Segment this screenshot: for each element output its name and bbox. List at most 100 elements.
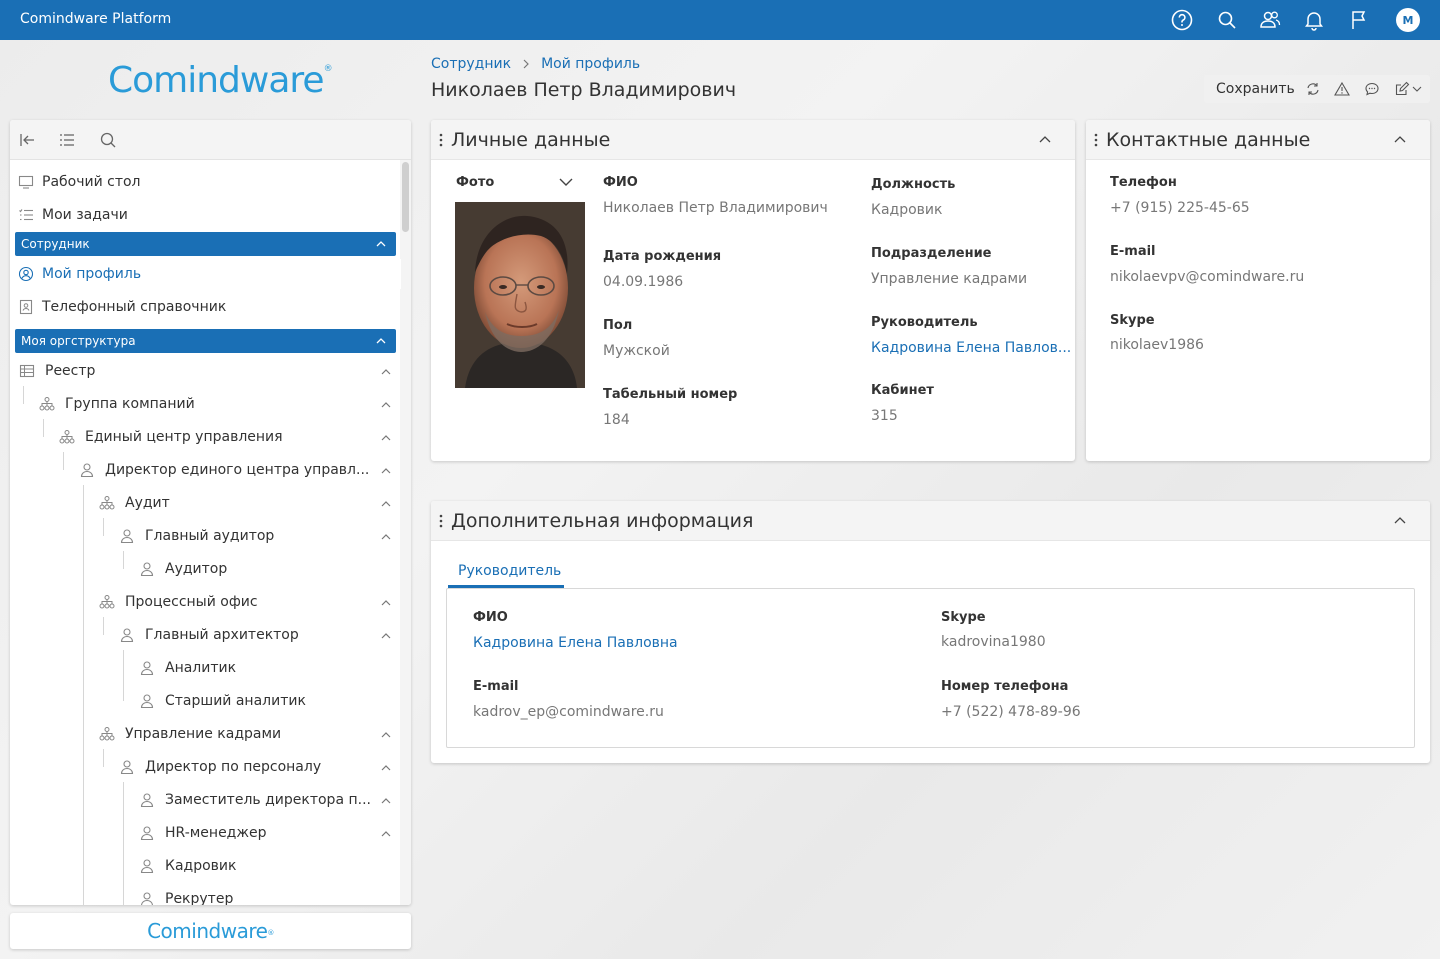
- user-avatar[interactable]: M: [1396, 8, 1420, 32]
- drag-handle-icon[interactable]: [1094, 133, 1098, 147]
- mgr-fio-link[interactable]: Кадровина Елена Павловна: [473, 635, 678, 651]
- tree-item-registry[interactable]: Реестр: [19, 356, 95, 386]
- manager-link[interactable]: Кадровина Елена Павлов...: [871, 340, 1071, 356]
- tree-item-analyst[interactable]: Аналитик: [139, 653, 236, 683]
- section-org[interactable]: Моя оргструктура: [15, 329, 396, 353]
- collapse-icon[interactable]: [18, 131, 36, 149]
- search-icon[interactable]: [1215, 8, 1239, 32]
- section-employee[interactable]: Сотрудник: [15, 232, 396, 256]
- edit-icon[interactable]: [1394, 81, 1410, 97]
- chevron-up-icon[interactable]: [376, 336, 386, 346]
- section-org-label: Моя оргструктура: [21, 334, 136, 348]
- org-icon: [39, 396, 55, 412]
- sidebar-item-label: Мои задачи: [42, 207, 128, 223]
- breadcrumb: Сотрудник Мой профиль: [431, 56, 640, 72]
- tree-item-hr-director[interactable]: Директор по персоналу: [119, 752, 321, 782]
- sidebar-search-icon[interactable]: [99, 131, 117, 149]
- tabnum-label: Табельный номер: [603, 387, 738, 402]
- action-toolbar: Сохранить: [1204, 75, 1430, 103]
- tree-item-process-office[interactable]: Процессный офис: [99, 587, 258, 617]
- chevron-up-icon[interactable]: [380, 729, 392, 741]
- sidebar-item-phonebook[interactable]: Телефонный справочник: [15, 292, 401, 322]
- tab-manager[interactable]: Руководитель: [458, 563, 561, 579]
- tree-item-deputy-director[interactable]: Заместитель директора п...: [139, 785, 371, 815]
- chevron-up-icon[interactable]: [380, 795, 392, 807]
- help-icon[interactable]: [1170, 8, 1194, 32]
- chevron-down-icon[interactable]: [1412, 81, 1422, 97]
- person-icon: [79, 462, 95, 478]
- tree-item-group[interactable]: Группа компаний: [39, 389, 195, 419]
- tree-item-director[interactable]: Директор единого центра управл...: [79, 455, 369, 485]
- flag-icon[interactable]: [1347, 8, 1371, 32]
- breadcrumb-item[interactable]: Сотрудник: [431, 56, 511, 72]
- person-icon: [139, 891, 155, 905]
- chevron-up-icon[interactable]: [1394, 134, 1406, 146]
- tree-line: [103, 749, 104, 767]
- chevron-up-icon[interactable]: [380, 498, 392, 510]
- skype-value: nikolaev1986: [1110, 337, 1204, 353]
- list-icon[interactable]: [58, 131, 76, 149]
- manager-panel: ФИО Кадровина Елена Павловна E-mail kadr…: [446, 588, 1415, 748]
- tree-item-audit[interactable]: Аудит: [99, 488, 170, 518]
- sidebar-item-my-profile[interactable]: Мой профиль: [15, 259, 401, 289]
- chevron-down-icon[interactable]: [559, 175, 573, 189]
- tree-line: [63, 452, 64, 470]
- org-icon: [99, 594, 115, 610]
- warning-icon[interactable]: [1334, 81, 1350, 97]
- tree-item-label: Единый центр управления: [85, 429, 283, 445]
- sidebar-item-tasks[interactable]: Мои задачи: [15, 200, 401, 230]
- tree-item-control-center[interactable]: Единый центр управления: [59, 422, 283, 452]
- chevron-up-icon[interactable]: [380, 399, 392, 411]
- breadcrumb-item[interactable]: Мой профиль: [541, 56, 640, 72]
- chevron-up-icon[interactable]: [1039, 134, 1051, 146]
- chevron-up-icon[interactable]: [376, 239, 386, 249]
- sidebar-item-label: Рабочий стол: [42, 174, 141, 190]
- brand-logo: Comindware®: [108, 60, 333, 101]
- sidebar-item-desktop[interactable]: Рабочий стол: [15, 167, 401, 197]
- chevron-up-icon[interactable]: [380, 366, 392, 378]
- profile-icon: [18, 266, 34, 282]
- tree-item-hr-manager[interactable]: HR-менеджер: [139, 818, 266, 848]
- tree-item-label: Аналитик: [165, 660, 237, 676]
- refresh-icon[interactable]: [1305, 81, 1321, 97]
- tree-item-senior-analyst[interactable]: Старший аналитик: [139, 686, 306, 716]
- tree-item-auditor[interactable]: Аудитор: [139, 554, 227, 584]
- users-icon[interactable]: [1258, 8, 1282, 32]
- tree-line: [83, 485, 84, 905]
- save-button[interactable]: Сохранить: [1216, 81, 1295, 97]
- chevron-up-icon[interactable]: [380, 630, 392, 642]
- chevron-up-icon[interactable]: [380, 762, 392, 774]
- phone-value: +7 (915) 225-45-65: [1110, 200, 1250, 216]
- app-title[interactable]: Comindware Platform: [20, 11, 171, 27]
- comment-icon[interactable]: [1364, 81, 1380, 97]
- tree-item-label: Аудитор: [165, 561, 228, 577]
- photo-label: Фото: [456, 175, 495, 190]
- personal-data-card: Личные данные Фото ФИО Николаев Петр Вла…: [431, 120, 1075, 461]
- tree-item-hr-officer[interactable]: Кадровик: [139, 851, 236, 881]
- chevron-up-icon[interactable]: [1394, 515, 1406, 527]
- chevron-up-icon[interactable]: [380, 432, 392, 444]
- drag-handle-icon[interactable]: [439, 133, 443, 147]
- gender-label: Пол: [603, 318, 633, 333]
- drag-handle-icon[interactable]: [439, 514, 443, 528]
- tree-item-label: Главный аудитор: [145, 528, 275, 544]
- tree-item-label: Директор по персоналу: [145, 759, 322, 775]
- gender-value: Мужской: [603, 343, 670, 359]
- tree-item-hr-dept[interactable]: Управление кадрами: [99, 719, 281, 749]
- chevron-up-icon[interactable]: [380, 531, 392, 543]
- mgr-phone-value: +7 (522) 478-89-96: [941, 704, 1081, 720]
- birth-label: Дата рождения: [603, 249, 722, 264]
- sidebar-item-label: Мой профиль: [42, 266, 142, 282]
- scrollbar-thumb[interactable]: [402, 162, 409, 232]
- sidebar-scrollbar[interactable]: [400, 160, 411, 905]
- email-value: nikolaevpv@comindware.ru: [1110, 269, 1305, 285]
- chevron-up-icon[interactable]: [380, 597, 392, 609]
- chevron-up-icon[interactable]: [380, 828, 392, 840]
- bell-icon[interactable]: [1302, 8, 1326, 32]
- position-label: Должность: [871, 177, 956, 192]
- chevron-up-icon[interactable]: [380, 465, 392, 477]
- card-title: Личные данные: [451, 129, 611, 151]
- tree-item-recruiter[interactable]: Рекрутер: [139, 884, 233, 905]
- tree-item-chief-architect[interactable]: Главный архитектор: [119, 620, 299, 650]
- tree-item-chief-auditor[interactable]: Главный аудитор: [119, 521, 274, 551]
